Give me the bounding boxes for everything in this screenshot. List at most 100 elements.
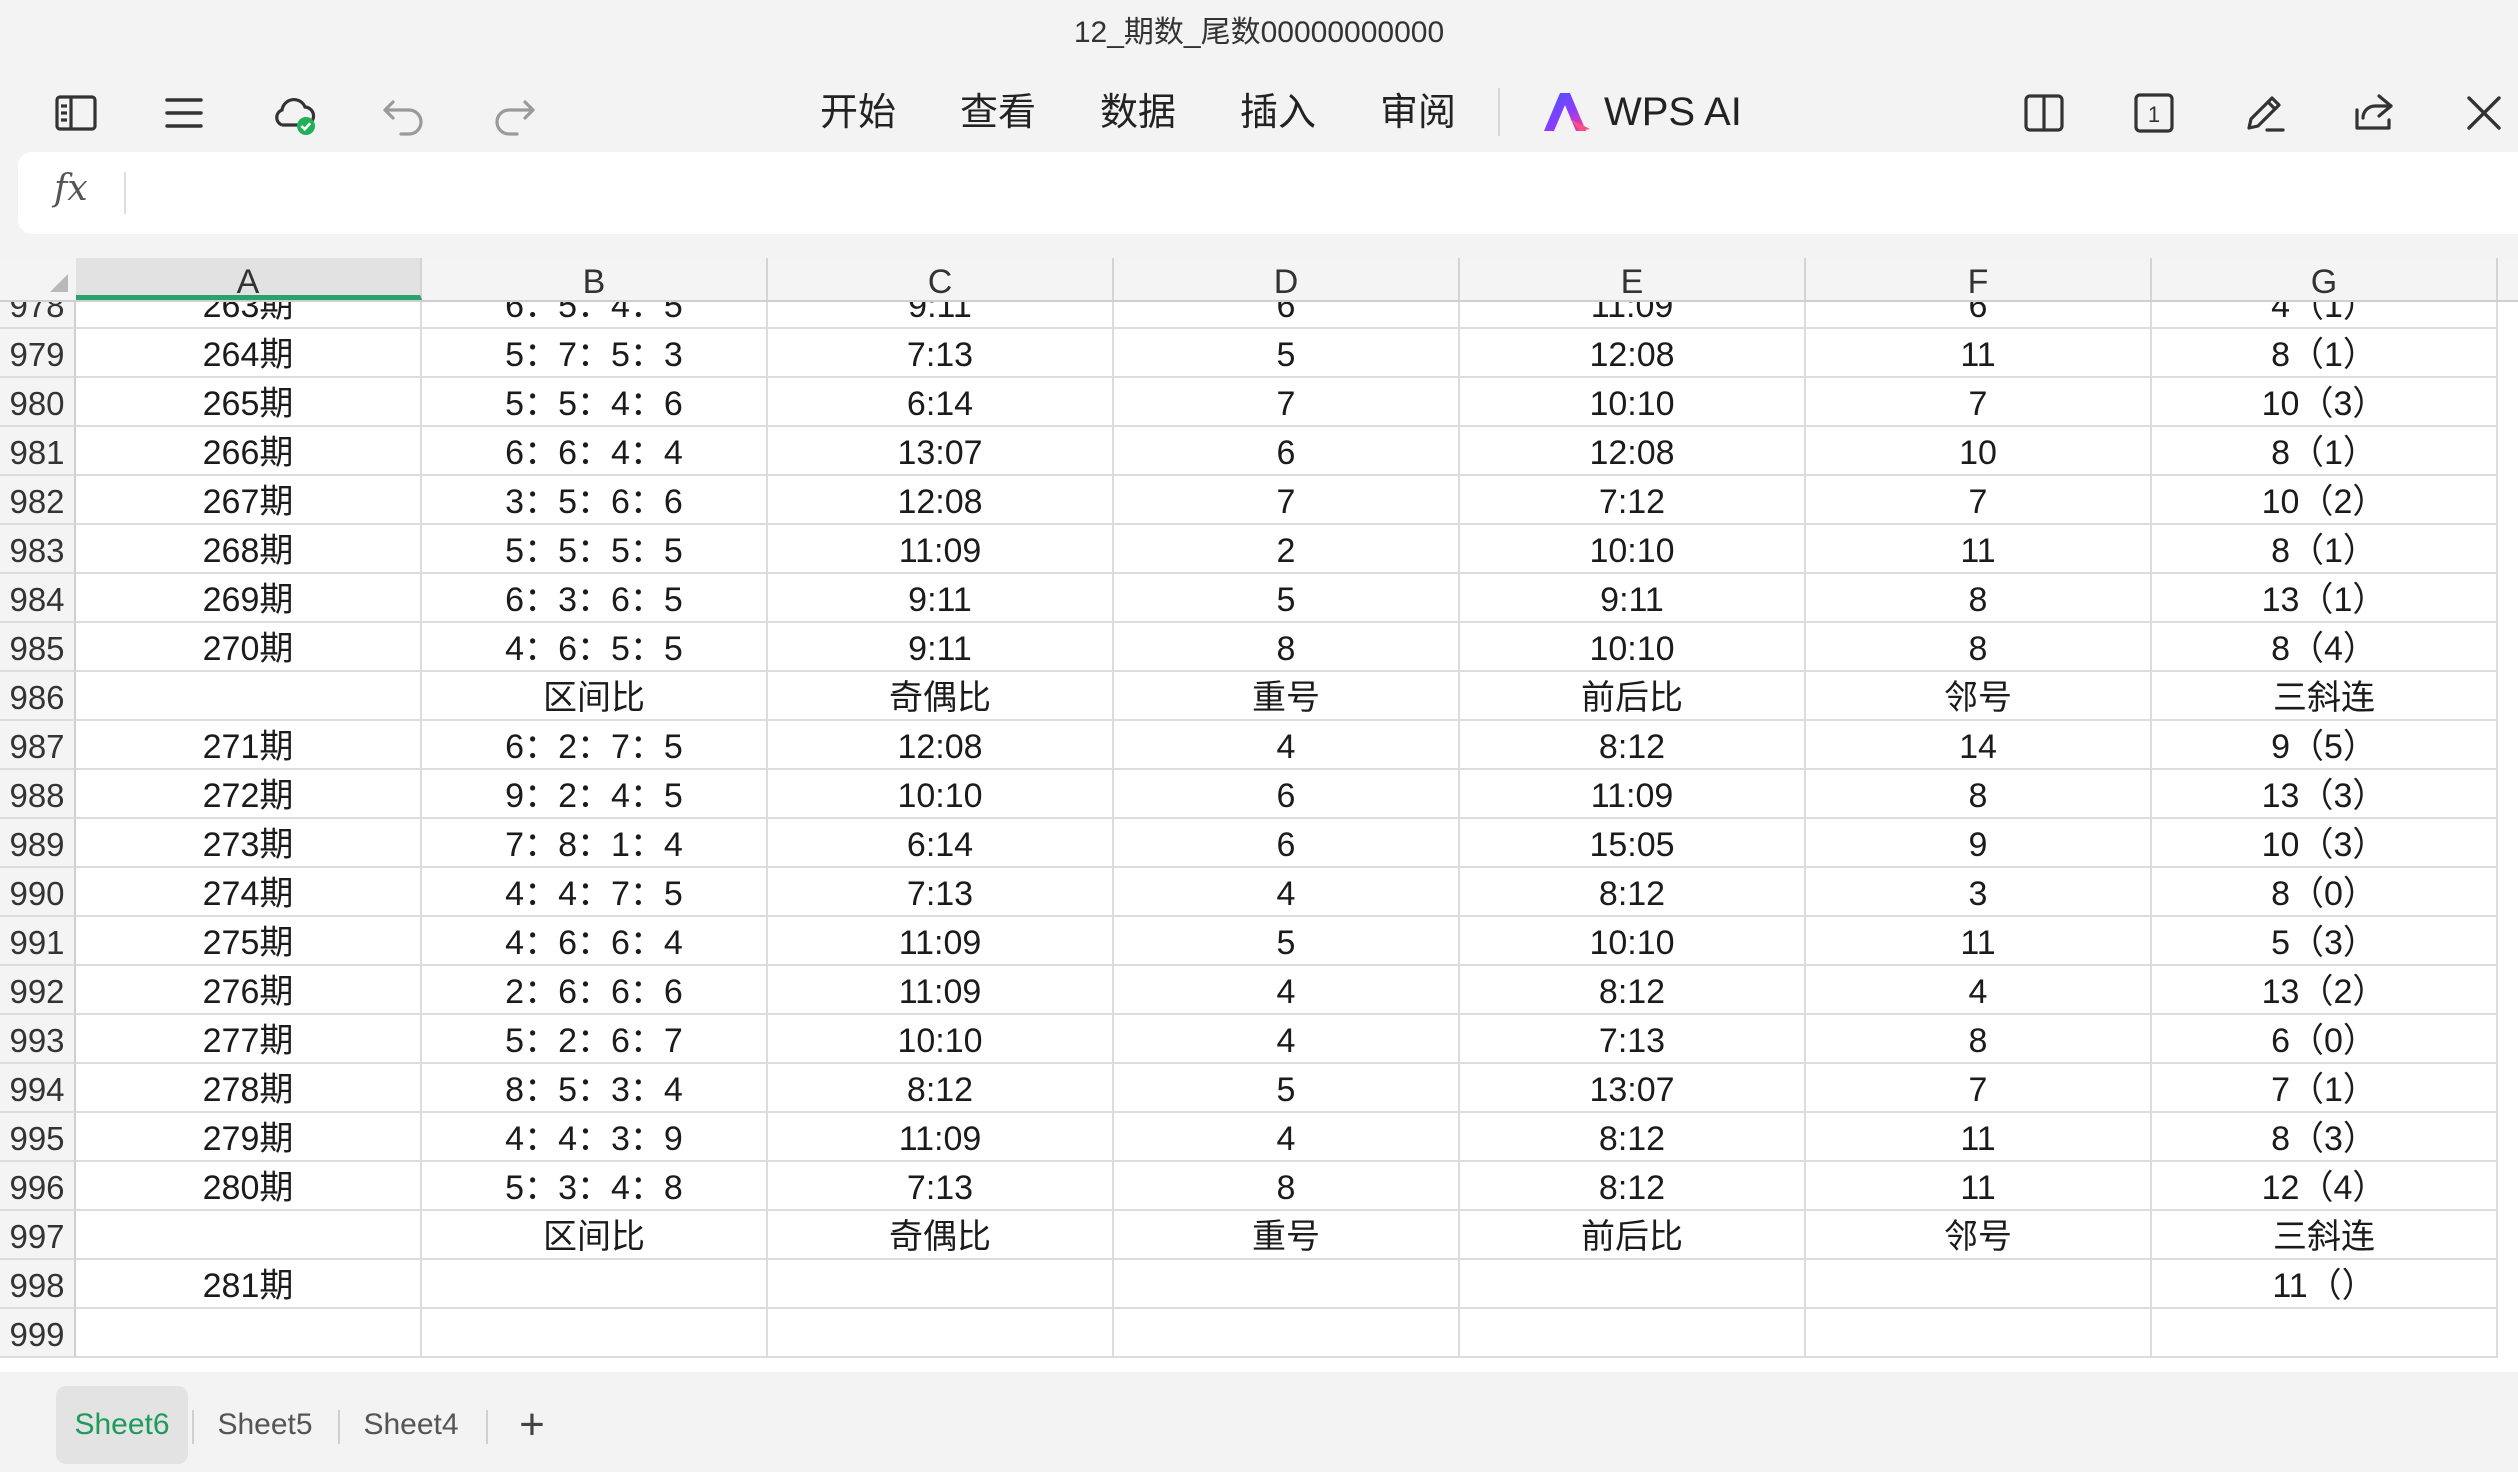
- sidebar-icon[interactable]: [36, 70, 116, 156]
- cell-g982[interactable]: 10（2）: [2152, 476, 2498, 525]
- row-header[interactable]: 999: [0, 1309, 76, 1358]
- cell-g980[interactable]: 10（3）: [2152, 378, 2498, 427]
- cell-e992[interactable]: 8:12: [1460, 966, 1806, 1015]
- cell-g989[interactable]: 10（3）: [2152, 819, 2498, 868]
- cell-d991[interactable]: 5: [1114, 917, 1460, 966]
- cell-b991[interactable]: 4：6：6：4: [422, 917, 768, 966]
- cell-d989[interactable]: 6: [1114, 819, 1460, 868]
- cell-e997[interactable]: 前后比: [1460, 1211, 1806, 1260]
- cell-f998[interactable]: [1806, 1260, 2152, 1309]
- row-header[interactable]: 983: [0, 525, 76, 574]
- cell-d999[interactable]: [1114, 1309, 1460, 1358]
- cell-c996[interactable]: 7:13: [768, 1162, 1114, 1211]
- cell-a993[interactable]: 277期: [76, 1015, 422, 1064]
- cell-d994[interactable]: 5: [1114, 1064, 1460, 1113]
- row-header[interactable]: 998: [0, 1260, 76, 1309]
- row-header[interactable]: 990: [0, 868, 76, 917]
- cell-e983[interactable]: 10:10: [1460, 525, 1806, 574]
- cell-a980[interactable]: 265期: [76, 378, 422, 427]
- menu-icon[interactable]: [144, 70, 224, 156]
- cell-d980[interactable]: 7: [1114, 378, 1460, 427]
- cell-f986[interactable]: 邻号: [1806, 672, 2152, 721]
- cloud-sync-icon[interactable]: [254, 70, 334, 156]
- cell-c999[interactable]: [768, 1309, 1114, 1358]
- cell-c994[interactable]: 8:12: [768, 1064, 1114, 1113]
- wps-ai-button[interactable]: WPS AI: [1540, 84, 1742, 140]
- cell-e998[interactable]: [1460, 1260, 1806, 1309]
- cell-c989[interactable]: 6:14: [768, 819, 1114, 868]
- cell-d996[interactable]: 8: [1114, 1162, 1460, 1211]
- cell-a998[interactable]: 281期: [76, 1260, 422, 1309]
- cell-f987[interactable]: 14: [1806, 721, 2152, 770]
- menu-view[interactable]: 查看: [960, 88, 1036, 138]
- cell-c993[interactable]: 10:10: [768, 1015, 1114, 1064]
- sheet-tab-sheet5[interactable]: Sheet5: [200, 1386, 330, 1464]
- cell-e984[interactable]: 9:11: [1460, 574, 1806, 623]
- cell-c981[interactable]: 13:07: [768, 427, 1114, 476]
- cell-c985[interactable]: 9:11: [768, 623, 1114, 672]
- row-header[interactable]: 980: [0, 378, 76, 427]
- cell-a989[interactable]: 273期: [76, 819, 422, 868]
- cell-b995[interactable]: 4：4：3：9: [422, 1113, 768, 1162]
- cell-g985[interactable]: 8（4）: [2152, 623, 2498, 672]
- cell-e988[interactable]: 11:09: [1460, 770, 1806, 819]
- cell-e987[interactable]: 8:12: [1460, 721, 1806, 770]
- cell-f993[interactable]: 8: [1806, 1015, 2152, 1064]
- column-header-g[interactable]: G: [2152, 258, 2498, 301]
- cell-c995[interactable]: 11:09: [768, 1113, 1114, 1162]
- cell-a985[interactable]: 270期: [76, 623, 422, 672]
- undo-icon[interactable]: [364, 70, 444, 156]
- add-sheet-button[interactable]: +: [512, 1386, 552, 1464]
- cell-b999[interactable]: [422, 1309, 768, 1358]
- cell-g998[interactable]: 11（）: [2152, 1260, 2498, 1309]
- cell-b990[interactable]: 4：4：7：5: [422, 868, 768, 917]
- cell-f995[interactable]: 11: [1806, 1113, 2152, 1162]
- cell-g993[interactable]: 6（0）: [2152, 1015, 2498, 1064]
- cell-c984[interactable]: 9:11: [768, 574, 1114, 623]
- row-header[interactable]: 997: [0, 1211, 76, 1260]
- cell-f999[interactable]: [1806, 1309, 2152, 1358]
- cell-e990[interactable]: 8:12: [1460, 868, 1806, 917]
- cell-g983[interactable]: 8（1）: [2152, 525, 2498, 574]
- cell-b997[interactable]: 区间比: [422, 1211, 768, 1260]
- menu-home[interactable]: 开始: [820, 88, 896, 138]
- cell-f985[interactable]: 8: [1806, 623, 2152, 672]
- cell-d983[interactable]: 2: [1114, 525, 1460, 574]
- cell-c986[interactable]: 奇偶比: [768, 672, 1114, 721]
- cell-g999[interactable]: [2152, 1309, 2498, 1358]
- pen-icon[interactable]: [2224, 70, 2304, 156]
- row-header[interactable]: 991: [0, 917, 76, 966]
- row-header[interactable]: 996: [0, 1162, 76, 1211]
- cell-b983[interactable]: 5：5：5：5: [422, 525, 768, 574]
- row-header[interactable]: 982: [0, 476, 76, 525]
- cell-b979[interactable]: 5：7：5：3: [422, 329, 768, 378]
- cell-c997[interactable]: 奇偶比: [768, 1211, 1114, 1260]
- cell-e993[interactable]: 7:13: [1460, 1015, 1806, 1064]
- cell-f982[interactable]: 7: [1806, 476, 2152, 525]
- cell-a995[interactable]: 279期: [76, 1113, 422, 1162]
- spreadsheet-grid[interactable]: ABCDEFG 978 263期 6：5：4：5 9:11 6 11:09 6 4（1） 979…: [0, 258, 2518, 1372]
- cell-c987[interactable]: 12:08: [768, 721, 1114, 770]
- cell-d981[interactable]: 6: [1114, 427, 1460, 476]
- cell-b980[interactable]: 5：5：4：6: [422, 378, 768, 427]
- column-header-f[interactable]: F: [1806, 258, 2152, 301]
- row-header[interactable]: 995: [0, 1113, 76, 1162]
- cell-b996[interactable]: 5：3：4：8: [422, 1162, 768, 1211]
- cell-a987[interactable]: 271期: [76, 721, 422, 770]
- cell-b994[interactable]: 8：5：3：4: [422, 1064, 768, 1113]
- row-header[interactable]: 981: [0, 427, 76, 476]
- row-header[interactable]: 989: [0, 819, 76, 868]
- cell-a990[interactable]: 274期: [76, 868, 422, 917]
- share-icon[interactable]: [2334, 70, 2414, 156]
- redo-icon[interactable]: [474, 70, 554, 156]
- cell-b987[interactable]: 6：2：7：5: [422, 721, 768, 770]
- cell-g995[interactable]: 8（3）: [2152, 1113, 2498, 1162]
- cell-c983[interactable]: 11:09: [768, 525, 1114, 574]
- cell-e982[interactable]: 7:12: [1460, 476, 1806, 525]
- menu-review[interactable]: 审阅: [1380, 88, 1456, 138]
- row-header[interactable]: 979: [0, 329, 76, 378]
- cell-f992[interactable]: 4: [1806, 966, 2152, 1015]
- cell-d995[interactable]: 4: [1114, 1113, 1460, 1162]
- cell-f996[interactable]: 11: [1806, 1162, 2152, 1211]
- column-header-a[interactable]: A: [76, 258, 422, 301]
